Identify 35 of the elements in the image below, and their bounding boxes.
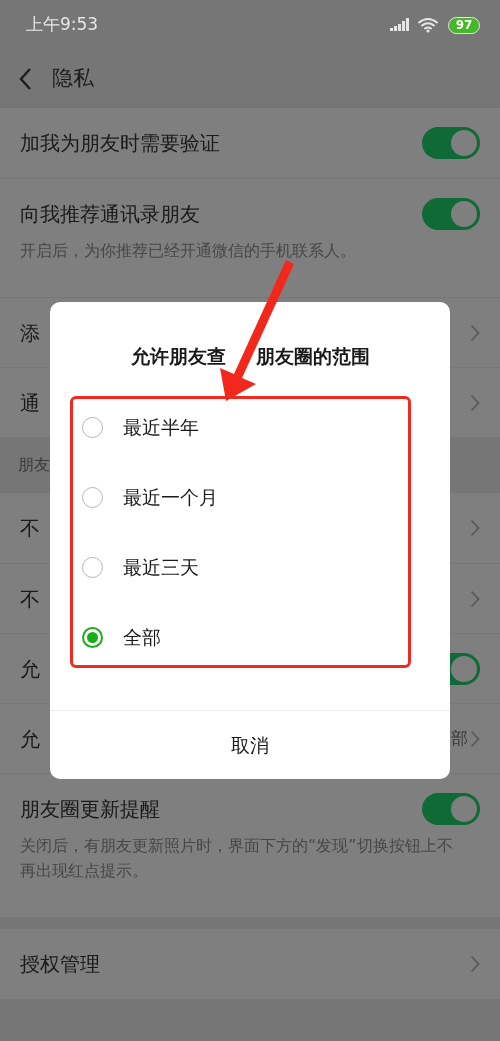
chevron-icon <box>470 589 480 608</box>
setting-value: 部 <box>451 726 468 750</box>
setting-label: 朋友圈更新提醒 <box>20 796 160 823</box>
signal-icon <box>390 18 410 32</box>
dialog-title: 允许朋友查 <box>130 344 226 369</box>
setting-label: 向我推荐通讯录朋友 <box>20 201 200 228</box>
radio-button[interactable] <box>82 626 103 648</box>
wifi-icon <box>418 17 438 33</box>
page-title: 隐私 <box>52 65 94 93</box>
setting-label: 允 <box>20 725 40 753</box>
chevron-icon <box>470 729 480 748</box>
chevron-icon <box>470 955 480 973</box>
chevron-icon <box>470 323 480 342</box>
setting-label: 添 <box>20 319 40 347</box>
toggle-switch[interactable] <box>422 198 480 230</box>
toggle-switch[interactable] <box>422 127 480 159</box>
setting-label: 通 <box>20 389 40 417</box>
back-icon[interactable] <box>18 67 32 91</box>
chevron-icon <box>470 393 480 412</box>
dialog-title: 朋友圈的范围 <box>255 344 370 369</box>
chevron-icon <box>470 519 480 537</box>
status-time: 上午9:53 <box>26 13 99 37</box>
setting-label: 授权管理 <box>20 951 100 978</box>
section-header: 朋友 <box>18 454 50 476</box>
toggle-switch[interactable] <box>422 793 480 825</box>
setting-label: 加我为朋友时需要验证 <box>20 130 220 157</box>
setting-label: 不 <box>20 585 40 613</box>
option-label: 最近半年 <box>123 414 199 440</box>
setting-label: 不 <box>20 515 40 542</box>
cancel-button[interactable]: 取消 <box>227 730 273 760</box>
option-label: 最近一个月 <box>123 484 218 510</box>
option-label: 最近三天 <box>123 554 199 580</box>
setting-label: 允 <box>20 655 40 683</box>
battery-indicator: 97 <box>448 16 480 34</box>
option-label: 全部 <box>123 624 161 650</box>
